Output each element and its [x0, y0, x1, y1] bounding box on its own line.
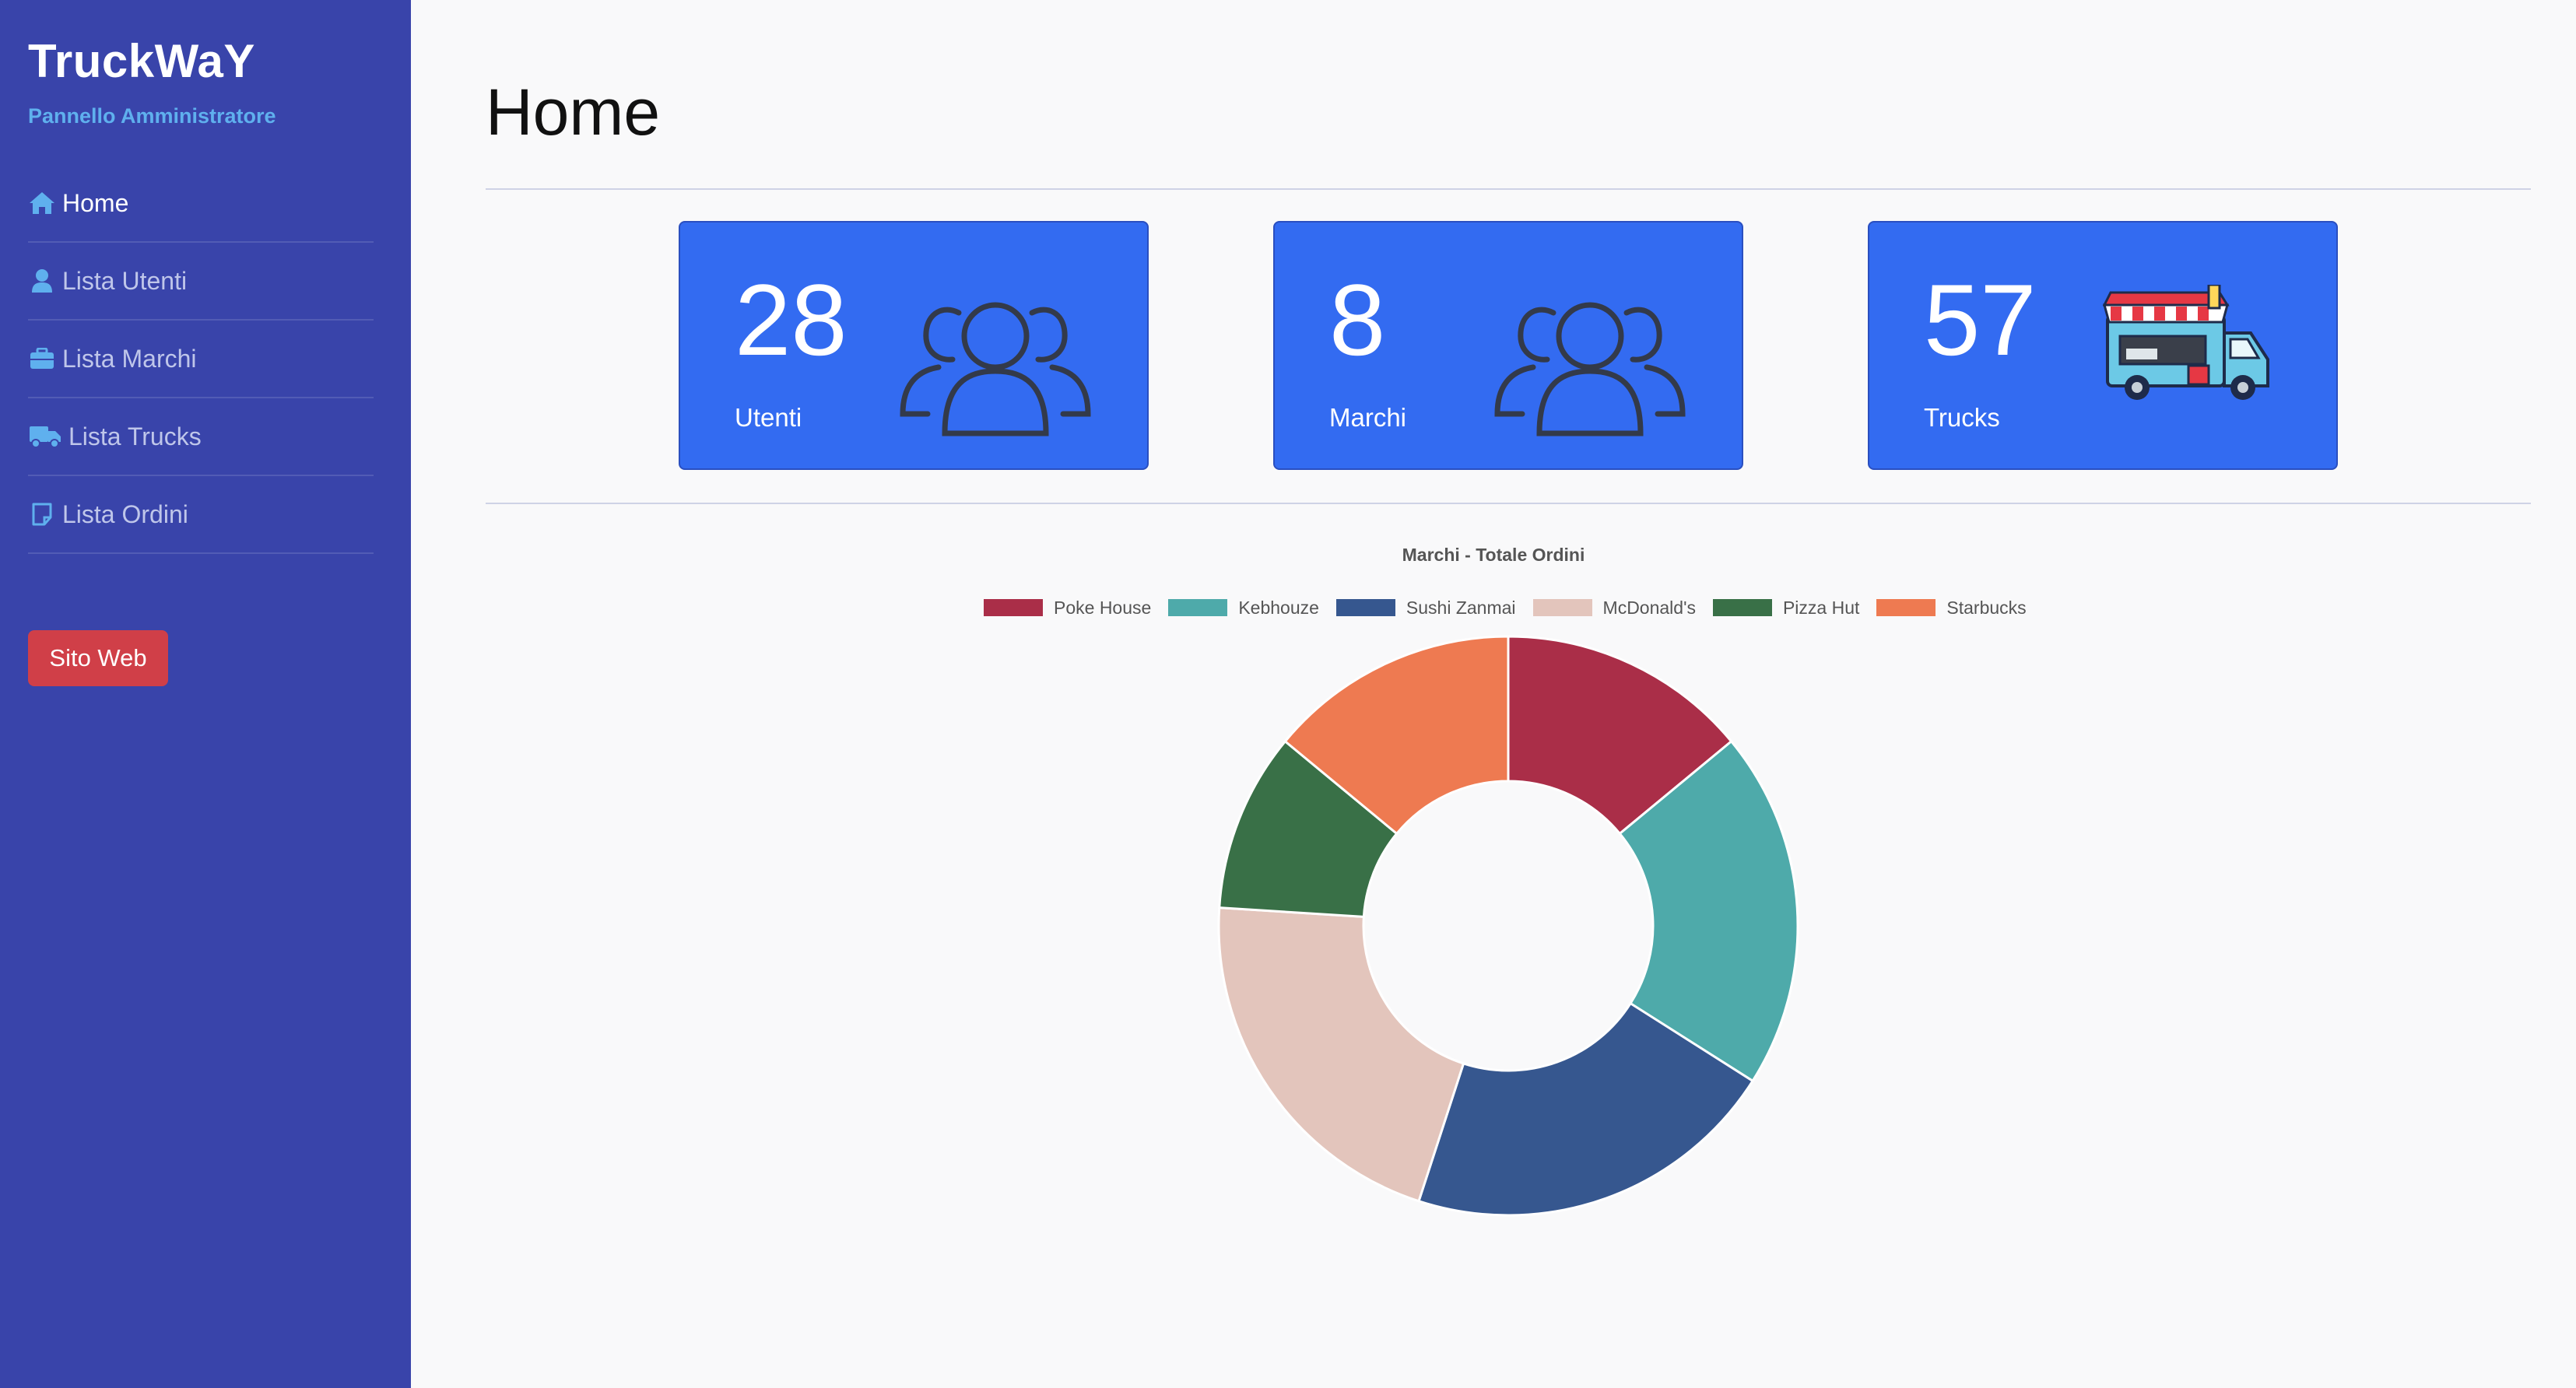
donut-chart [1217, 635, 1799, 1217]
donut-slice-mcdonald-s[interactable] [1217, 906, 1465, 1203]
